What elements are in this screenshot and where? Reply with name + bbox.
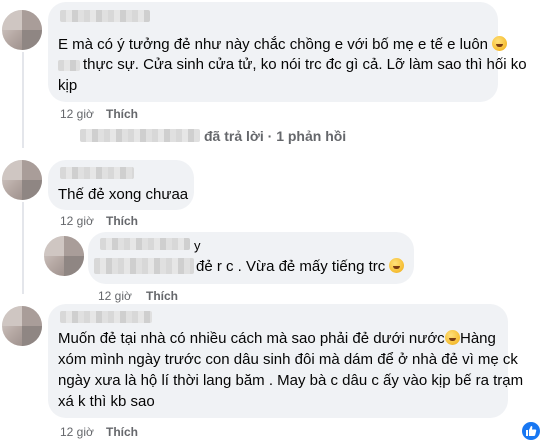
comment-time[interactable]: 12 giờ [98,288,132,304]
mention-name[interactable] [94,258,194,274]
like-reaction-icon[interactable] [520,420,542,442]
thread-line [22,202,24,294]
commenter-name[interactable] [60,10,150,22]
comment-text-line: Hàng [460,330,496,347]
like-link[interactable]: Thích [106,213,138,229]
comment-text-line: kịp [58,77,78,94]
comment-time[interactable]: 12 giờ [60,213,94,229]
comment-time[interactable]: 12 giờ [60,106,94,122]
comment-text-line: ngày xưa là hộ lí thời lang băm . May bà… [58,372,524,389]
commenter-name[interactable] [60,311,152,323]
commenter-name[interactable] [100,238,190,250]
like-link[interactable]: Thích [106,424,138,440]
thread-line [22,52,24,148]
comment-text-line: E mà có ý tưởng đẻ như này chắc chồng e … [58,35,508,55]
avatar[interactable] [2,160,42,200]
comment-text-line: đẻ r c . Vừa đẻ mấy tiếng trc [196,257,405,277]
comment-text-line: thực sự. Cửa sinh cửa tử, ko nói trc đc … [83,56,527,73]
laughing-emoji-icon [444,330,460,345]
comment-text-line: Thế đẻ xong chưaa [58,186,189,203]
replier-name[interactable] [80,129,200,142]
avatar[interactable] [2,306,42,346]
comment-text-line: Muốn đẻ tại nhà có nhiều cách mà sao phả… [58,329,460,349]
view-replies-link[interactable]: đã trả lời · 1 phản hồi [204,128,346,144]
like-link[interactable]: Thích [106,106,138,122]
commenter-name[interactable] [60,167,134,179]
avatar[interactable] [2,10,42,50]
mention-name[interactable] [58,60,80,71]
grimace-emoji-icon [389,258,405,273]
avatar[interactable] [44,236,84,276]
comment-time[interactable]: 12 giờ [60,424,94,440]
laughing-emoji-icon [492,36,508,51]
like-link[interactable]: Thích [146,288,178,304]
comment-text-line: xóm mình ngày trước con dâu sinh đôi mà … [58,351,518,368]
comment-text-line: xá k thì kb sao [58,393,155,410]
comment-text-line: y [194,238,201,253]
